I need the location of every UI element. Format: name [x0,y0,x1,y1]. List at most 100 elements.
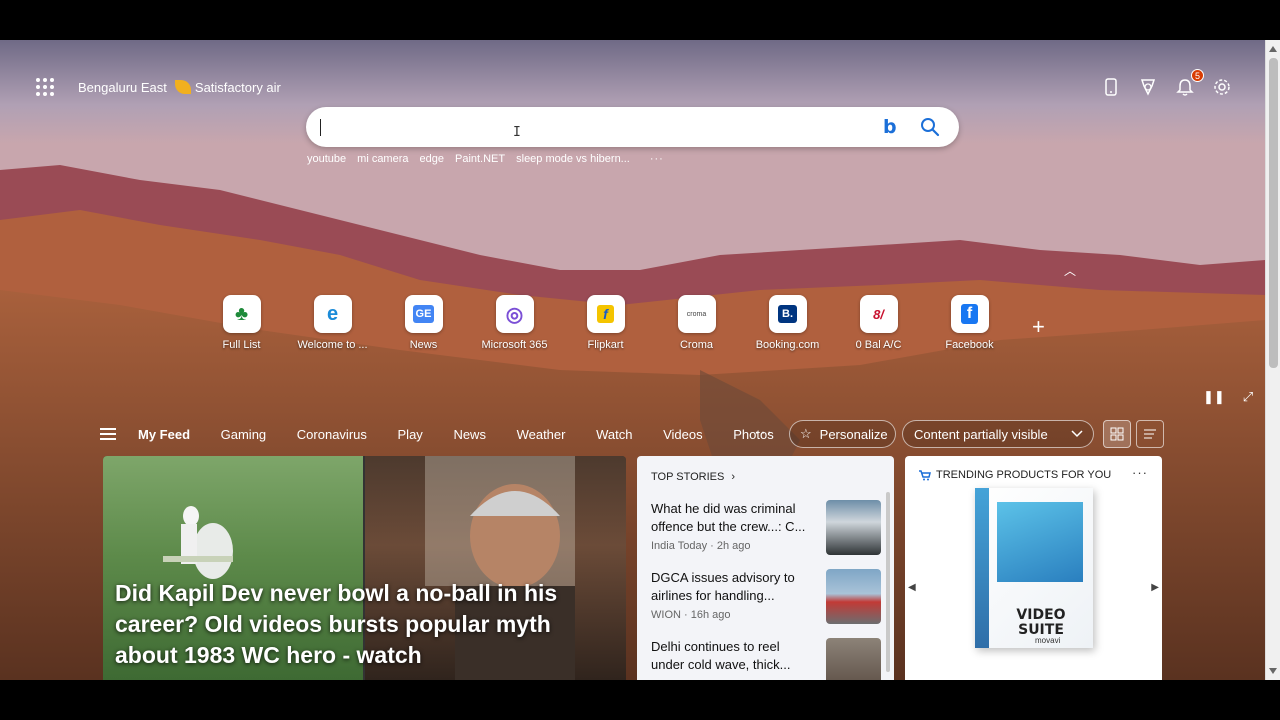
flipkart-icon: f [586,295,625,333]
add-shortcut-plus-icon[interactable]: + [1032,314,1045,340]
product-brand: movavi [1035,636,1061,645]
story-thumbnail [826,569,881,624]
more-suggestions-icon[interactable]: ··· [650,153,664,165]
google-news-icon: GE [404,295,443,333]
tab-coronavirus[interactable]: Coronavirus [297,427,367,442]
story-title: Delhi continues to reel under cold wave,… [651,639,791,672]
bing-logo-icon[interactable]: b [883,116,897,138]
rewards-icon[interactable] [1138,76,1158,98]
shopping-cart-icon [919,469,931,480]
quick-link-label: Croma [679,339,713,351]
search-input[interactable] [322,115,862,139]
more-tabs-icon[interactable]: ··· [754,424,773,442]
personalize-label: Personalize [819,426,888,442]
suggestion-item[interactable]: youtube [307,153,346,165]
quick-link-tile[interactable]: ♣ Full List [196,295,287,351]
personalize-button[interactable]: ☆ Personalize [789,420,896,448]
notifications-bell-icon[interactable]: 5 [1175,69,1204,98]
tab-gaming[interactable]: Gaming [221,427,267,442]
more-options-icon[interactable]: ··· [1132,465,1148,480]
story-thumbnail [826,638,881,680]
browser-new-tab-page: Bengaluru East Satisfactory air 5 I b yo… [0,40,1280,680]
grid-view-icon [1110,427,1124,441]
location-label[interactable]: Bengaluru East [78,80,167,95]
story-item[interactable]: Delhi continues to reel under cold wave,… [651,638,891,680]
quick-link-label: News [409,339,438,351]
croma-icon: croma [677,295,716,333]
search-icon[interactable] [918,115,942,139]
product-image[interactable]: VIDEO SUITE movavi [975,488,1093,648]
list-view-button[interactable] [1136,420,1164,448]
text-caret [320,119,321,136]
scroll-down-icon[interactable] [1269,668,1277,674]
topbar-right: 5 [1101,69,1232,98]
expand-icon[interactable]: ⤢ [1243,389,1253,405]
menu-hamburger-icon[interactable] [100,428,116,440]
quick-link-tile[interactable]: f Facebook [924,295,1015,351]
air-quality-label[interactable]: Satisfactory air [195,80,281,95]
quick-link-tile[interactable]: ◎ Microsoft 365 [469,295,560,351]
suggestion-item[interactable]: sleep mode vs hibern... [516,153,630,165]
list-view-icon [1144,429,1156,439]
story-item[interactable]: What he did was criminal offence but the… [651,500,891,555]
microsoft-365-icon: ◎ [495,295,534,333]
story-item[interactable]: DGCA issues advisory to airlines for han… [651,569,891,624]
carousel-right-arrow-icon[interactable]: ▶ [1151,582,1159,593]
facebook-icon: f [950,295,989,333]
quick-link-tile[interactable]: 8/0 Bal A/C [833,295,924,351]
scrollbar-thumb[interactable] [1269,58,1278,368]
phone-icon[interactable] [1101,76,1121,98]
quick-link-tile[interactable]: e Welcome to ... [287,295,378,351]
notification-count-badge: 5 [1191,69,1204,82]
hero-news-card[interactable]: Did Kapil Dev never bowl a no-ball in hi… [103,456,626,680]
leaf-icon [174,80,191,94]
top-stories-card: TOP STORIES › What he did was criminal o… [637,456,894,680]
carousel-left-arrow-icon[interactable]: ◀ [908,582,916,593]
personalize-star-icon: ☆ [800,426,812,441]
quick-link-tile[interactable]: f Flipkart [560,295,651,351]
tab-news[interactable]: News [453,427,486,442]
quick-link-label: 0 Bal A/C [855,339,902,351]
search-suggestions: youtube mi camera edge Paint.NET sleep m… [307,153,664,165]
trending-products-card: TRENDING PRODUCTS FOR YOU ··· ◀ ▶ VIDEO … [905,456,1162,680]
feed-tabs: My Feed Gaming Coronavirus Play News Wea… [138,427,801,442]
edge-icon: e [313,295,352,333]
app-launcher-icon[interactable] [36,78,54,96]
topbar-left: Bengaluru East Satisfactory air [36,78,281,96]
product-box-art [997,502,1083,582]
suggestion-item[interactable]: Paint.NET [455,153,505,165]
quick-link-tile[interactable]: GE News [378,295,469,351]
page-scrollbar[interactable] [1265,40,1280,680]
background-controls: ❚❚ ⤢ [1203,389,1253,405]
scroll-up-icon[interactable] [1269,46,1277,52]
quick-link-tile[interactable]: croma Croma [651,295,742,351]
hero-headline[interactable]: Did Kapil Dev never bowl a no-ball in hi… [115,578,575,671]
suggestion-item[interactable]: edge [420,153,444,165]
top-stories-header[interactable]: TOP STORIES › [651,471,735,483]
pause-icon[interactable]: ❚❚ [1203,389,1225,405]
product-box-stripe [975,488,989,648]
quick-link-tile[interactable]: B. Booking.com [742,295,833,351]
suggestion-item[interactable]: mi camera [357,153,408,165]
settings-gear-icon[interactable] [1212,76,1232,98]
tab-videos[interactable]: Videos [663,427,703,442]
quick-link-label: Facebook [945,339,994,351]
tab-watch[interactable]: Watch [596,427,632,442]
product-title: VIDEO SUITE [1016,607,1066,638]
story-title: DGCA issues advisory to airlines for han… [651,570,795,603]
content-visibility-dropdown[interactable]: Content partially visible [902,420,1094,448]
search-box[interactable]: I b [306,107,959,147]
chevron-right-icon: › [731,471,736,483]
mouse-ibeam-cursor-icon: I [513,125,521,140]
tab-weather[interactable]: Weather [517,427,566,442]
tab-play[interactable]: Play [398,427,423,442]
quick-links: ♣ Full List e Welcome to ... GE News ◎ Micro… [196,295,1015,351]
grid-view-button[interactable] [1103,420,1131,448]
story-thumbnail [826,500,881,555]
tab-my-feed[interactable]: My Feed [138,427,190,442]
bank-icon: 8/ [859,295,898,333]
collapse-chevron-up-icon[interactable]: ︿ [1064,262,1076,279]
chevron-down-icon [1071,430,1083,438]
trending-header: TRENDING PRODUCTS FOR YOU [919,469,1111,481]
stories-scrollbar[interactable] [886,492,890,672]
